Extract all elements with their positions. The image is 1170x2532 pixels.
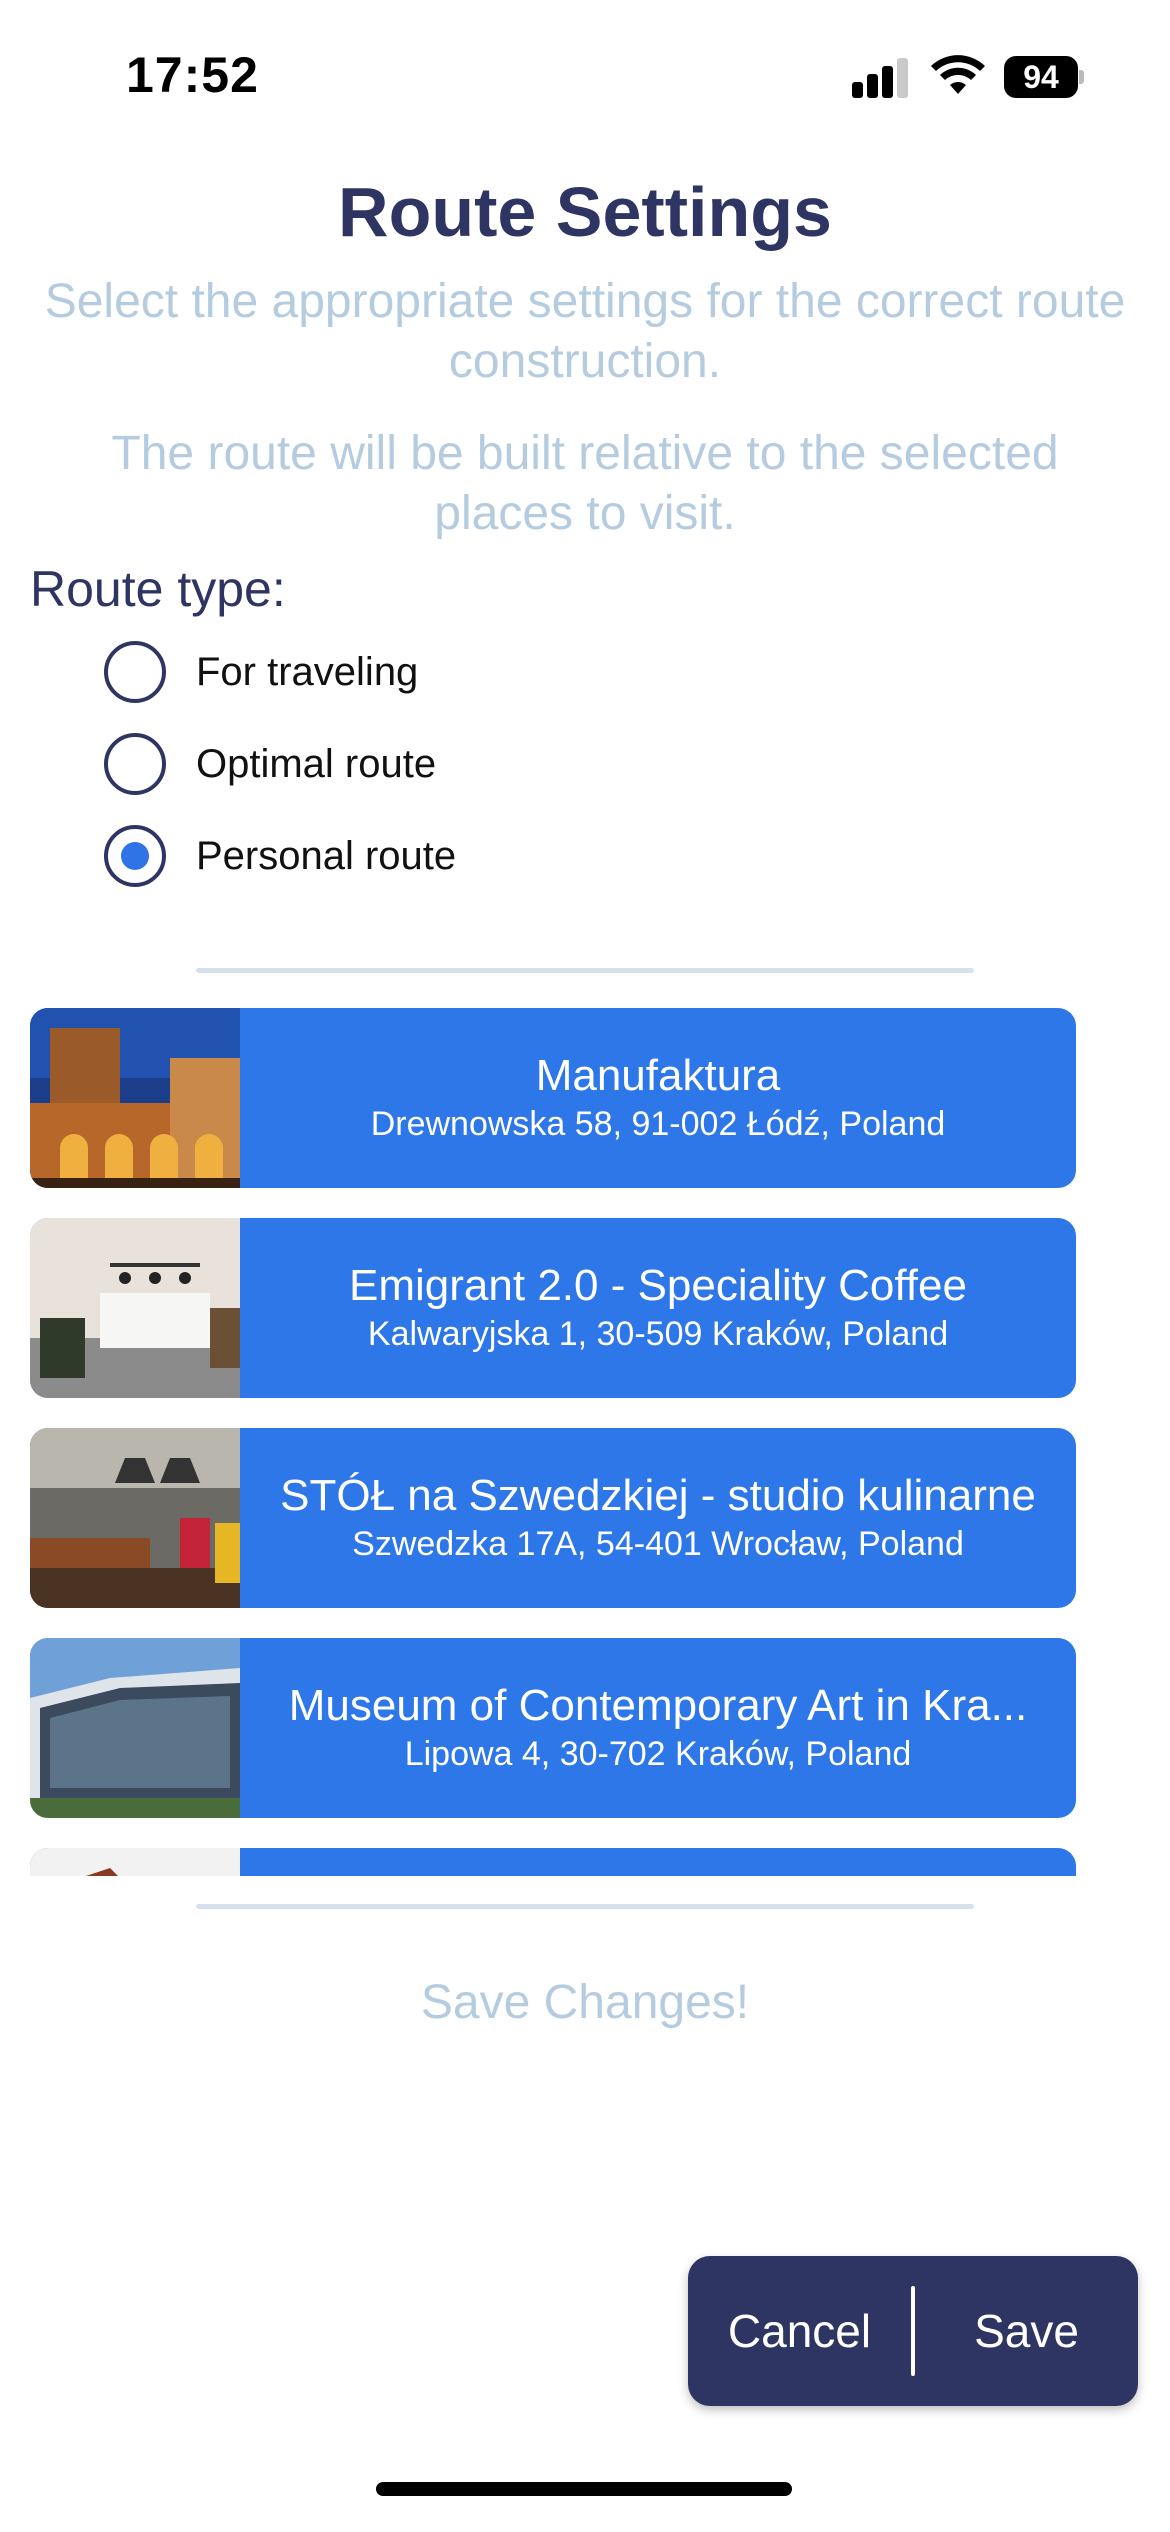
radio-button[interactable] <box>104 641 166 703</box>
place-name: Emigrant 2.0 - Speciality Coffee <box>349 1261 967 1310</box>
place-image <box>30 1638 240 1818</box>
place-name: STÓŁ na Szwedzkiej - studio kulinarne <box>280 1471 1036 1520</box>
places-list[interactable]: Manufaktura Drewnowska 58, 91-002 Łódź, … <box>30 1008 1080 1876</box>
wifi-icon <box>931 55 985 94</box>
place-image <box>30 1848 240 1876</box>
radio-button-selected[interactable] <box>104 825 166 887</box>
divider-bottom <box>196 1904 974 1909</box>
cancel-button[interactable]: Cancel <box>688 2256 911 2406</box>
place-card[interactable]: Emigrant 2.0 - Speciality Coffee Kalwary… <box>30 1218 1076 1398</box>
place-address: Szwedzka 17A, 54-401 Wrocław, Poland <box>352 1525 964 1563</box>
place-address: Kalwaryjska 1, 30-509 Kraków, Poland <box>367 1315 949 1353</box>
place-card[interactable]: Museum of Contemporary Art in Kra... Lip… <box>30 1638 1076 1818</box>
status-time: 17:52 <box>126 47 259 103</box>
radio-option-for-traveling[interactable]: For traveling <box>104 640 418 704</box>
page-title: Route Settings <box>338 173 832 251</box>
radio-button[interactable] <box>104 733 166 795</box>
battery-icon: 94 <box>1004 56 1084 98</box>
radio-label: Optimal route <box>196 741 437 786</box>
place-card[interactable]: Manufaktura Drewnowska 58, 91-002 Łódź, … <box>30 1008 1076 1188</box>
place-name: Manufaktura <box>535 1051 781 1100</box>
subtitle-route-info: The route will be built relative to the … <box>111 427 1059 540</box>
radio-option-personal-route[interactable]: Personal route <box>104 824 456 888</box>
place-image <box>30 1428 240 1608</box>
place-image <box>30 1008 240 1188</box>
action-bar: Cancel Save <box>688 2256 1138 2406</box>
save-changes-link[interactable]: Save Changes! <box>0 1975 1170 2030</box>
place-address: Lipowa 4, 30-702 Kraków, Poland <box>404 1735 912 1773</box>
divider-top <box>196 968 974 973</box>
place-address: Drewnowska 58, 91-002 Łódź, Poland <box>370 1105 946 1143</box>
home-indicator[interactable] <box>376 2482 792 2496</box>
place-image <box>30 1218 240 1398</box>
place-name: Museum of Contemporary Art in Kra... <box>288 1681 1028 1730</box>
radio-label: For traveling <box>196 649 419 694</box>
place-card[interactable]: STÓŁ na Szwedzkiej - studio kulinarne Sz… <box>30 1428 1076 1608</box>
subtitle-instructions: Select the appropriate settings for the … <box>44 275 1126 388</box>
radio-label: Personal route <box>196 833 457 878</box>
battery-level: 94 <box>1004 56 1078 98</box>
route-type-label: Route type: <box>30 561 286 617</box>
status-bar: 17:52 94 <box>0 0 1170 150</box>
radio-option-optimal-route[interactable]: Optimal route <box>104 732 436 796</box>
signal-icon <box>852 58 910 98</box>
place-card[interactable] <box>30 1848 1076 1876</box>
save-button[interactable]: Save <box>915 2256 1138 2406</box>
